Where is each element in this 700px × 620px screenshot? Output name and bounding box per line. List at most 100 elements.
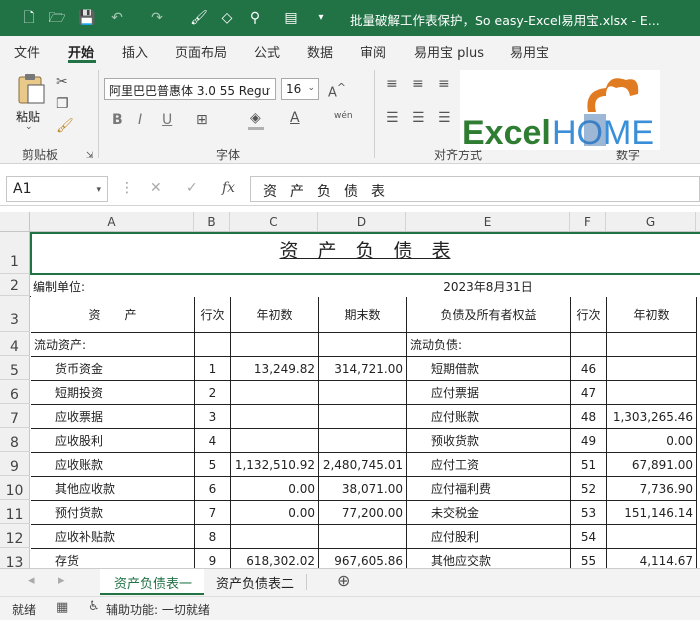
table-cell[interactable] xyxy=(231,405,319,429)
paste-button[interactable]: 粘贴 ⌄ xyxy=(10,72,50,134)
table-cell[interactable]: 55 xyxy=(571,549,607,568)
table-cell[interactable]: 967,605.86 xyxy=(319,549,407,568)
tab-data[interactable]: 数据 xyxy=(307,42,333,61)
open-folder-icon[interactable]: 🗁 xyxy=(48,9,66,27)
save-icon[interactable]: 💾 xyxy=(78,9,96,27)
table-cell[interactable] xyxy=(319,429,407,453)
row-header[interactable]: 8 xyxy=(0,428,30,452)
italic-button[interactable]: I xyxy=(138,112,142,128)
table-cell[interactable]: 短期借款 xyxy=(407,357,571,381)
column-header[interactable]: G xyxy=(606,212,696,232)
table-cell[interactable]: 47 xyxy=(571,381,607,405)
table-cell[interactable] xyxy=(231,429,319,453)
row-header[interactable]: 7 xyxy=(0,404,30,428)
table-cell[interactable] xyxy=(231,381,319,405)
row-header[interactable]: 4 xyxy=(0,332,30,356)
new-file-icon[interactable]: 🗋 xyxy=(20,9,38,27)
table-cell[interactable] xyxy=(319,381,407,405)
table-cell[interactable]: 46 xyxy=(571,357,607,381)
table-cell[interactable] xyxy=(195,333,231,357)
tab-page-layout[interactable]: 页面布局 xyxy=(175,42,227,61)
table-cell[interactable]: 0.00 xyxy=(231,477,319,501)
font-name-dropdown[interactable]: 阿里巴巴普惠体 3.0 55 Regu ⌄ xyxy=(104,78,276,100)
column-header[interactable] xyxy=(696,212,700,232)
table-cell[interactable]: 应收股利 xyxy=(31,429,195,453)
table-cell[interactable]: 7 xyxy=(195,501,231,525)
table-header-cell[interactable]: 年初数 xyxy=(231,297,319,333)
select-all-corner[interactable] xyxy=(0,212,30,232)
table-cell[interactable]: 应收票据 xyxy=(31,405,195,429)
align-middle-icon[interactable]: ≡ xyxy=(412,76,424,92)
report-date[interactable]: 2023年8月31日 xyxy=(406,278,570,295)
phonetic-icon[interactable]: wén xyxy=(334,108,353,124)
table-cell[interactable] xyxy=(231,525,319,549)
column-header[interactable]: A xyxy=(30,212,194,232)
table-cell[interactable]: 应付工资 xyxy=(407,453,571,477)
table-cell[interactable]: 6 xyxy=(195,477,231,501)
table-cell[interactable] xyxy=(607,381,697,405)
table-cell[interactable]: 38,071.00 xyxy=(319,477,407,501)
column-header[interactable]: C xyxy=(230,212,318,232)
table-header-cell[interactable]: 期末数 xyxy=(319,297,407,333)
row-header[interactable]: 1 xyxy=(0,232,30,274)
table-cell[interactable]: 4,114.67 xyxy=(607,549,697,568)
unit-label[interactable]: 编制单位: xyxy=(33,278,85,295)
insert-function-icon[interactable]: fx xyxy=(222,180,235,196)
table-cell[interactable]: 314,721.00 xyxy=(319,357,407,381)
macro-record-icon[interactable]: ▦ xyxy=(56,600,68,615)
table-cell[interactable]: 51 xyxy=(571,453,607,477)
borders-icon[interactable]: ⊞ xyxy=(196,112,208,128)
table-cell[interactable]: 9 xyxy=(195,549,231,568)
align-center-icon[interactable]: ☰ xyxy=(412,110,425,126)
tab-home[interactable]: 开始 xyxy=(68,42,94,61)
table-cell[interactable] xyxy=(607,357,697,381)
table-header-cell[interactable]: 负债及所有者权益 xyxy=(407,297,571,333)
table-cell[interactable]: 8 xyxy=(195,525,231,549)
row-header[interactable]: 13 xyxy=(0,548,30,568)
table-cell[interactable] xyxy=(607,525,697,549)
shape-icon[interactable]: ◇ xyxy=(218,9,236,27)
column-header[interactable]: D xyxy=(318,212,406,232)
scroll-left-icon[interactable]: ◂ xyxy=(28,573,35,588)
table-cell[interactable]: 49 xyxy=(571,429,607,453)
row-header[interactable]: 5 xyxy=(0,356,30,380)
table-cell[interactable]: 应付福利费 xyxy=(407,477,571,501)
table-cell[interactable]: 流动负债: xyxy=(407,333,571,357)
column-header[interactable]: B xyxy=(194,212,230,232)
table-cell[interactable] xyxy=(571,333,607,357)
table-cell[interactable]: 应收补贴款 xyxy=(31,525,195,549)
table-cell[interactable]: 48 xyxy=(571,405,607,429)
accessibility-status[interactable]: 辅助功能: 一切就绪 xyxy=(106,601,210,618)
table-cell[interactable]: 其他应交款 xyxy=(407,549,571,568)
table-cell[interactable]: 1 xyxy=(195,357,231,381)
table-cell[interactable]: 应付票据 xyxy=(407,381,571,405)
tab-file[interactable]: 文件 xyxy=(14,42,40,61)
table-cell[interactable]: 151,146.14 xyxy=(607,501,697,525)
table-cell[interactable] xyxy=(319,405,407,429)
table-cell[interactable] xyxy=(607,333,697,357)
table-cell[interactable]: 7,736.90 xyxy=(607,477,697,501)
table-cell[interactable]: 货币资金 xyxy=(31,357,195,381)
sheet-tab[interactable]: 资产负债表二 xyxy=(216,573,294,592)
table-cell[interactable] xyxy=(319,333,407,357)
fill-color-icon[interactable]: ◈ xyxy=(250,110,261,126)
bold-button[interactable]: B xyxy=(112,112,123,128)
copy-icon[interactable]: ❐ xyxy=(56,96,69,112)
enter-icon[interactable]: ✓ xyxy=(186,180,198,196)
column-header[interactable]: F xyxy=(570,212,606,232)
row-header[interactable]: 11 xyxy=(0,500,30,524)
tab-review[interactable]: 审阅 xyxy=(360,42,386,61)
customize-qat-icon[interactable]: ▾ xyxy=(312,9,330,27)
font-size-dropdown[interactable]: 16 ⌄ xyxy=(281,78,319,100)
align-top-icon[interactable]: ≡ xyxy=(386,76,398,92)
table-cell[interactable]: 618,302.02 xyxy=(231,549,319,568)
align-left-icon[interactable]: ☰ xyxy=(386,110,399,126)
tab-easyplus[interactable]: 易用宝 plus xyxy=(414,42,484,61)
table-cell[interactable]: 存货 xyxy=(31,549,195,568)
table-cell[interactable]: 流动资产: xyxy=(31,333,195,357)
table-header-cell[interactable]: 行次 xyxy=(195,297,231,333)
table-cell[interactable]: 短期投资 xyxy=(31,381,195,405)
worksheet-grid[interactable]: A B C D E F G 1 2 3 4 5 6 7 8 9 10 11 12… xyxy=(0,212,700,568)
table-cell[interactable]: 67,891.00 xyxy=(607,453,697,477)
row-header[interactable]: 6 xyxy=(0,380,30,404)
